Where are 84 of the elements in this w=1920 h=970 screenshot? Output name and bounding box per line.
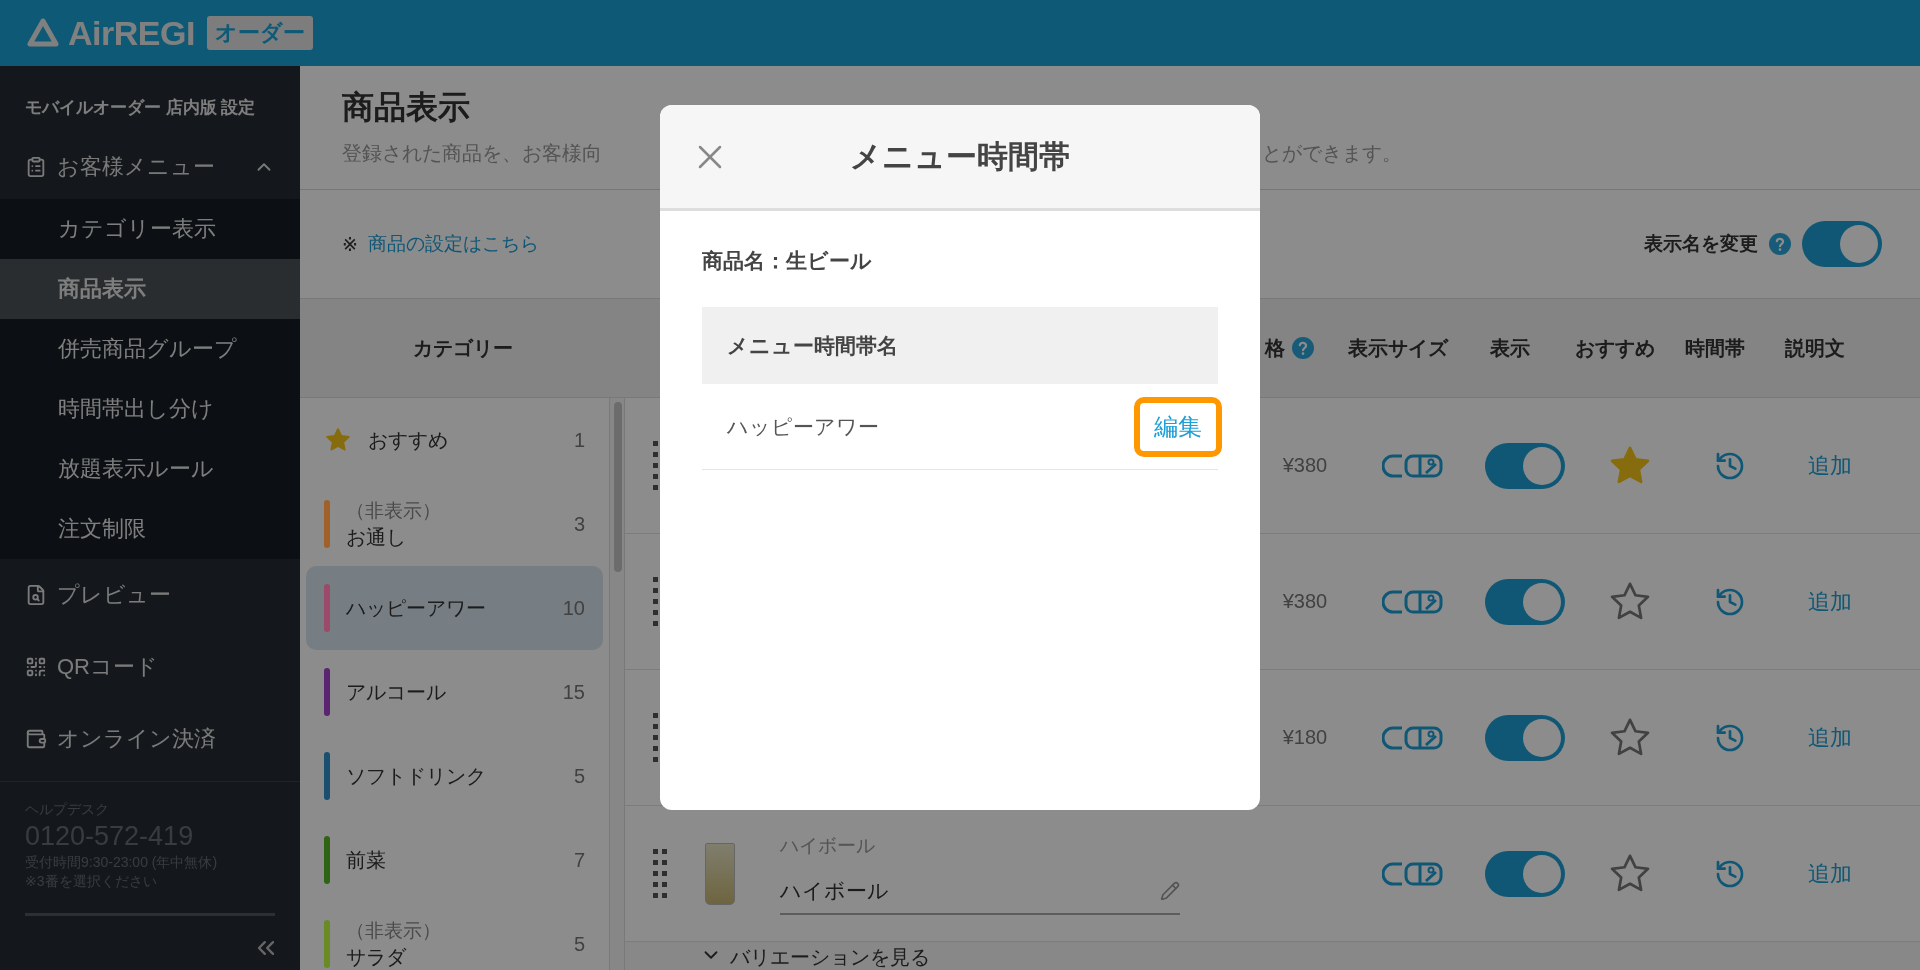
column-header: 表示サイズ [1347, 335, 1448, 361]
sidebar-item[interactable]: 商品表示 [0, 259, 300, 319]
sidebar-link[interactable]: QRコード [0, 631, 300, 703]
description-text: とができます。 [1262, 142, 1402, 164]
category-name: お通し [346, 524, 407, 550]
price: ¥380 [1282, 590, 1328, 613]
column-header: 格 [1265, 335, 1285, 361]
page-title: 商品表示 [342, 88, 471, 127]
category-count: 15 [562, 680, 585, 704]
category-item[interactable]: アルコール 15 [306, 650, 603, 734]
category-name: ソフトドリンク [346, 763, 487, 789]
category-item[interactable]: ハッピーアワー 10 [306, 566, 603, 650]
help-icon[interactable] [1768, 232, 1792, 256]
category-count: 5 [573, 932, 585, 956]
category-name: サラダ [346, 944, 408, 970]
price: ¥380 [1282, 454, 1328, 477]
add-link[interactable]: 追加 [1808, 858, 1852, 889]
category-item[interactable]: （非表示） サラダ 5 [306, 902, 603, 970]
sidebar-item[interactable]: カテゴリー表示 [0, 199, 300, 259]
qr-code-icon [25, 656, 47, 678]
column-header: カテゴリー [412, 335, 513, 361]
category-count: 10 [562, 596, 585, 620]
category-name: おすすめ [368, 427, 449, 453]
edit-button[interactable]: 編集 [1134, 396, 1222, 457]
logo-text: AirREGI [68, 13, 195, 53]
category-name: アルコール [346, 679, 447, 705]
sidebar-item[interactable]: 放題表示ルール [0, 439, 300, 499]
description-text: 登録された商品を、お客様向 [342, 142, 602, 164]
sidebar-link[interactable]: オンライン決済 [0, 703, 300, 775]
add-link[interactable]: 追加 [1808, 450, 1852, 481]
rename-label: 表示名を変更 [1644, 232, 1758, 256]
sidebar-link[interactable]: プレビュー [0, 559, 300, 631]
pencil-icon[interactable] [1160, 880, 1180, 901]
column-header: 説明文 [1785, 335, 1845, 361]
hidden-status: （非表示） [346, 498, 442, 523]
variation-link[interactable]: バリエーションを見る [730, 944, 930, 970]
logo-triangle-icon [26, 17, 60, 49]
clipboard-icon [25, 156, 47, 178]
category-name: ハッピーアワー [346, 595, 487, 621]
help-icon[interactable] [1291, 336, 1315, 360]
display-size-icon[interactable] [1381, 588, 1444, 615]
sidebar-item[interactable]: 注文制限 [0, 499, 300, 559]
display-size-icon[interactable] [1381, 724, 1444, 751]
product-name: 商品名：生ビール [702, 248, 873, 274]
preview-icon [25, 584, 47, 606]
visibility-toggle[interactable] [1485, 442, 1565, 489]
category-item[interactable]: 前菜 7 [306, 818, 603, 902]
category-item[interactable]: おすすめ 1 [306, 398, 603, 482]
sidebar-title: モバイルオーダー 店内版 設定 [24, 97, 257, 119]
category-count: 7 [573, 848, 585, 872]
visibility-toggle[interactable] [1485, 850, 1565, 897]
sidebar-item[interactable]: 併売商品グループ [0, 319, 300, 379]
name-field[interactable]: ハイボール [780, 872, 1180, 915]
category-item[interactable]: ソフトドリンク 5 [306, 734, 603, 818]
column-header: メニュー時間帯名 [702, 307, 1218, 384]
column-header: 表示 [1490, 335, 1530, 361]
category-name: 前菜 [346, 847, 387, 873]
column-header: 時間帯 [1685, 335, 1745, 361]
category-count: 1 [573, 428, 585, 452]
visibility-toggle[interactable] [1485, 714, 1565, 761]
logo-badge: オーダー [206, 16, 313, 50]
display-size-icon[interactable] [1381, 860, 1444, 887]
price: ¥180 [1282, 726, 1328, 749]
menu-group-header[interactable]: お客様メニュー [0, 135, 300, 199]
column-header: おすすめ [1575, 335, 1655, 361]
visibility-toggle[interactable] [1485, 578, 1565, 625]
rename-toggle[interactable] [1802, 221, 1882, 267]
scrollbar-track[interactable] [610, 398, 625, 970]
category-item[interactable]: （非表示） お通し 3 [306, 482, 603, 566]
category-count: 3 [573, 512, 585, 536]
scrollbar-thumb[interactable] [614, 402, 622, 572]
hidden-status: （非表示） [346, 918, 442, 943]
note-mark: ※ [342, 232, 358, 256]
product-label: ハイボール [780, 833, 876, 858]
modal-title: メニュー時間帯 [849, 137, 1071, 176]
settings-link[interactable]: 商品の設定はこちら [367, 231, 539, 257]
time-slot-name: ハッピーアワー [727, 413, 880, 440]
drag-handle-icon[interactable] [653, 848, 667, 899]
sidebar-item[interactable]: 時間帯出し分け [0, 379, 300, 439]
add-link[interactable]: 追加 [1808, 586, 1852, 617]
wallet-icon [25, 728, 47, 750]
display-size-icon[interactable] [1381, 452, 1444, 479]
add-link[interactable]: 追加 [1808, 722, 1852, 753]
category-count: 5 [573, 764, 585, 788]
